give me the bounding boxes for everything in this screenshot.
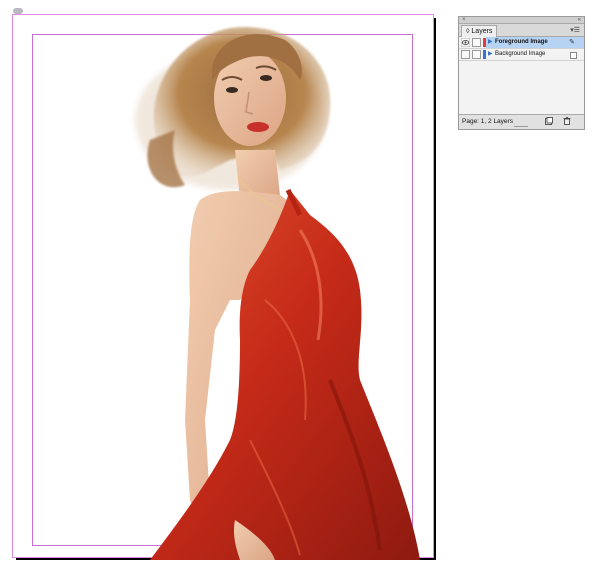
layer-row-foreground[interactable]: ▶ Foreground Image ✎ xyxy=(459,37,584,49)
layer-name: Foreground Image xyxy=(495,39,548,45)
layer-name: Background Image xyxy=(495,51,546,57)
layers-list: ▶ Foreground Image ✎ ▶ Background Image xyxy=(459,37,584,114)
trash-icon[interactable] xyxy=(563,117,571,125)
collapse-icon[interactable]: « xyxy=(578,16,581,24)
layer-row-background[interactable]: ▶ Background Image xyxy=(459,49,584,61)
margin-guide xyxy=(32,34,413,546)
eye-icon[interactable] xyxy=(460,37,471,48)
lock-toggle[interactable] xyxy=(472,50,481,59)
page-layer-count: Page: 1, 2 Layers xyxy=(462,118,513,125)
panel-menu-icon[interactable]: ▾☰ xyxy=(570,25,580,36)
panel-footer: Page: 1, 2 Layers xyxy=(459,114,584,130)
resize-grip[interactable] xyxy=(514,126,528,130)
close-icon[interactable]: × xyxy=(462,16,466,24)
page-handle[interactable] xyxy=(13,8,23,14)
tab-layers[interactable]: ◊ Layers xyxy=(461,25,498,37)
visibility-toggle[interactable] xyxy=(461,50,470,59)
expand-triangle-icon[interactable]: ▶ xyxy=(488,37,493,48)
layer-name-area[interactable]: ▶ Background Image xyxy=(486,49,584,60)
panel-titlebar[interactable]: × « xyxy=(459,17,584,24)
document-page[interactable] xyxy=(12,14,434,558)
layers-panel[interactable]: × « ◊ Layers ▾☰ ▶ Foreground Image ✎ ▶ B… xyxy=(458,16,585,130)
selection-square-icon[interactable] xyxy=(570,52,577,59)
pen-icon: ✎ xyxy=(569,39,575,46)
expand-triangle-icon[interactable]: ▶ xyxy=(488,49,493,60)
layer-name-area[interactable]: ▶ Foreground Image ✎ xyxy=(486,37,584,48)
lock-toggle[interactable] xyxy=(472,38,481,47)
new-layer-icon[interactable] xyxy=(545,117,553,125)
panel-tab-row: ◊ Layers ▾☰ xyxy=(459,24,584,37)
